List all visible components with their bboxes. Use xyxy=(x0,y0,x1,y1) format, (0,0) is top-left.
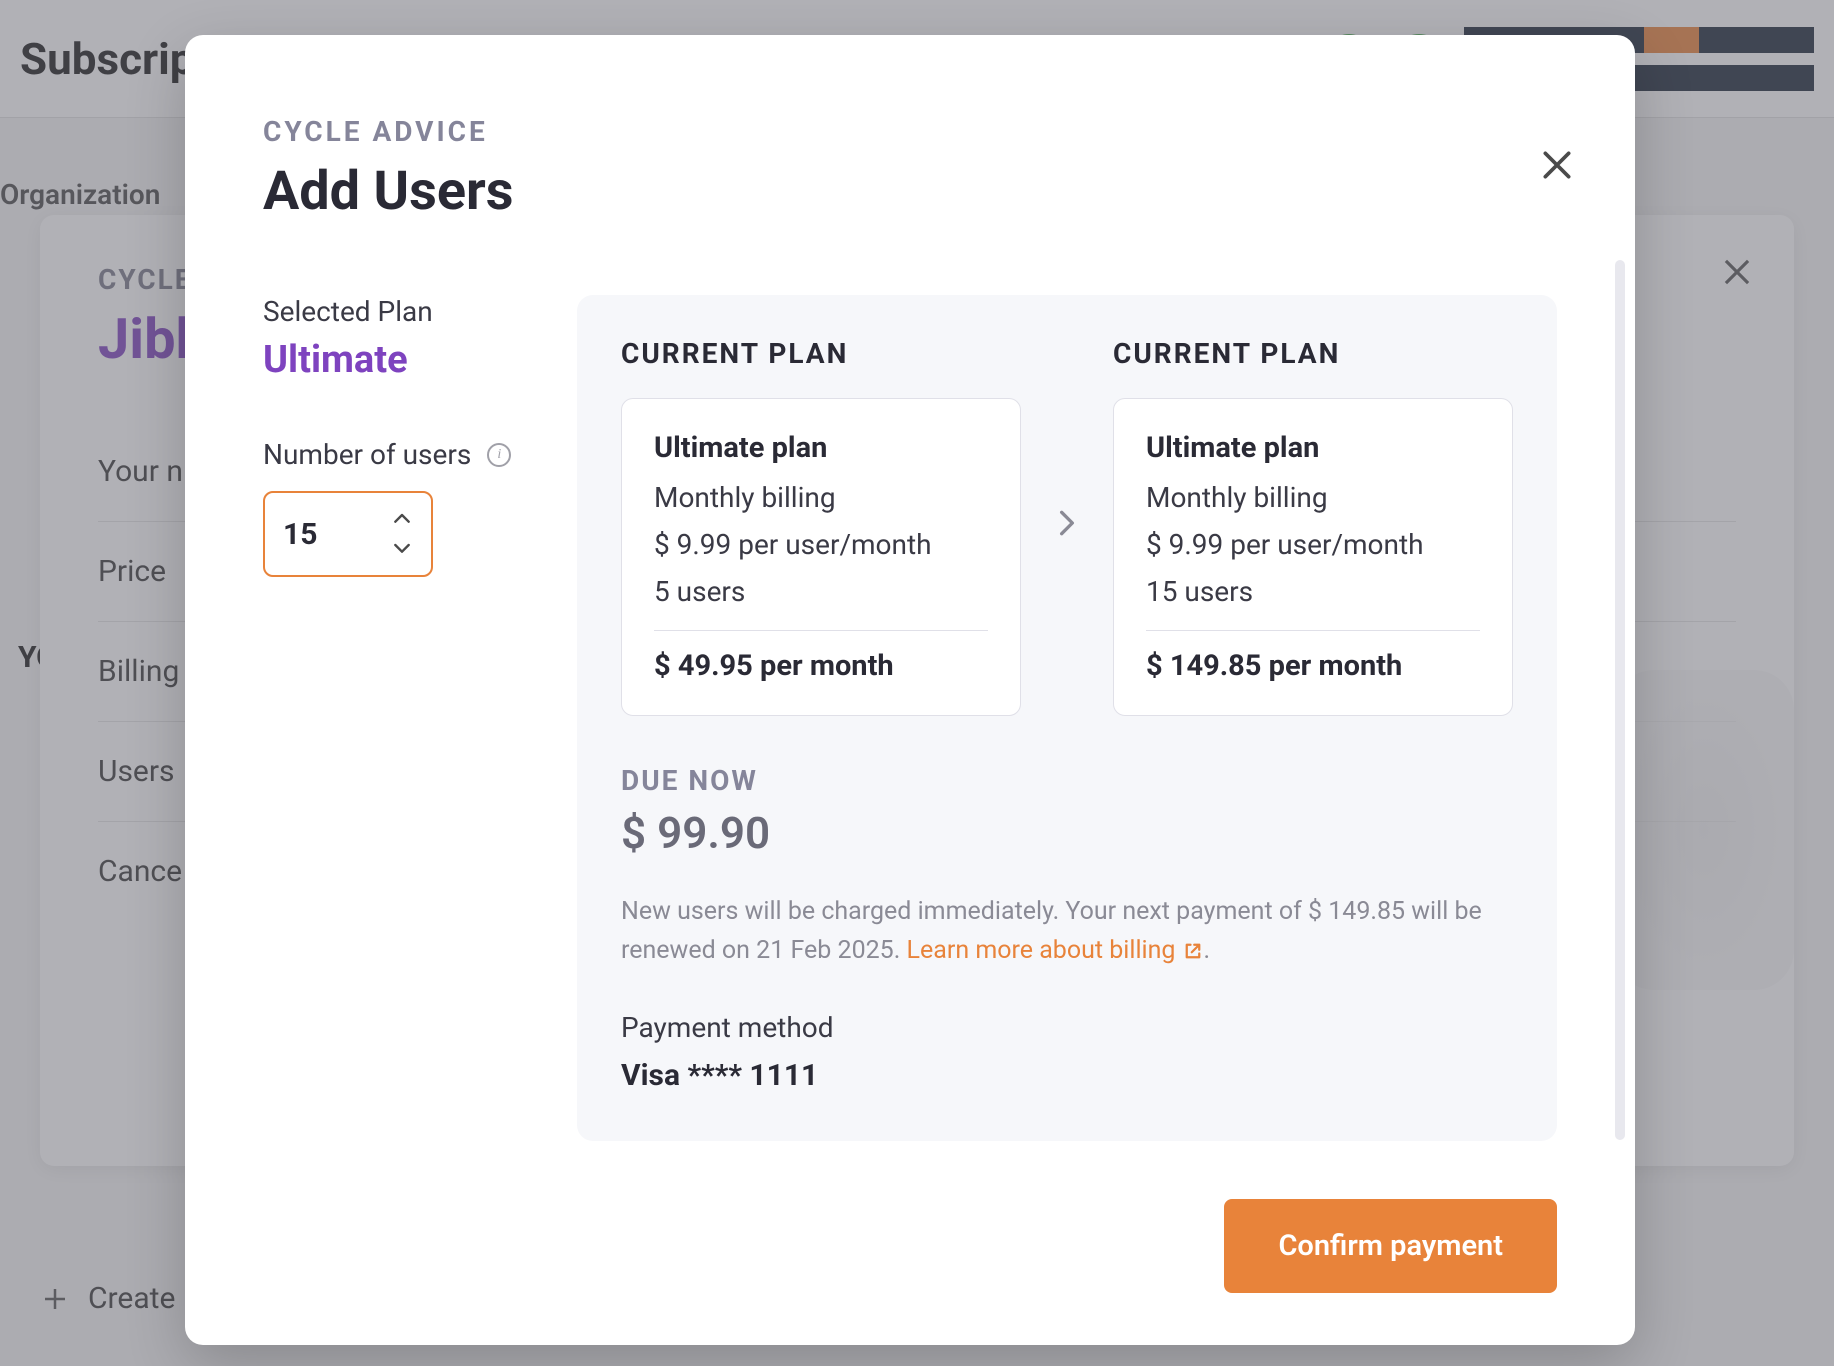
plans-comparison: CURRENT PLAN Ultimate plan Monthly billi… xyxy=(621,337,1513,716)
users-input[interactable] xyxy=(283,517,373,552)
chevron-right-icon xyxy=(1051,507,1083,539)
external-link-icon xyxy=(1183,941,1203,961)
current-plan-title: Ultimate plan xyxy=(654,431,988,465)
selected-plan-name: Ultimate xyxy=(263,338,513,382)
new-plan-rate: $ 9.99 per user/month xyxy=(1146,528,1480,561)
new-plan-total: $ 149.85 per month xyxy=(1146,649,1480,683)
close-icon xyxy=(1537,145,1577,185)
stepper-spinners xyxy=(391,493,413,575)
modal-overline: CYCLE ADVICE xyxy=(263,115,1557,148)
divider xyxy=(654,630,988,631)
payment-method-value: Visa **** 1111 xyxy=(621,1058,1513,1093)
new-plan-column: CURRENT PLAN Ultimate plan Monthly billi… xyxy=(1113,337,1513,716)
learn-more-link[interactable]: Learn more about billing xyxy=(907,932,1204,971)
billing-disclaimer: New users will be charged immediately. Y… xyxy=(621,893,1513,971)
chevron-up-icon xyxy=(394,513,410,525)
users-stepper[interactable] xyxy=(263,491,433,577)
new-plan-card: Ultimate plan Monthly billing $ 9.99 per… xyxy=(1113,398,1513,716)
add-users-modal: CYCLE ADVICE Add Users Selected Plan Ult… xyxy=(185,35,1635,1345)
users-count-label: Number of users xyxy=(263,438,471,471)
disclaimer-period: . xyxy=(1203,936,1210,965)
new-plan-users: 15 users xyxy=(1146,575,1480,608)
stepper-down-button[interactable] xyxy=(391,538,413,560)
right-panel: CURRENT PLAN Ultimate plan Monthly billi… xyxy=(577,295,1557,1141)
modal-footer: Confirm payment xyxy=(1224,1199,1557,1293)
divider xyxy=(1146,630,1480,631)
learn-more-text: Learn more about billing xyxy=(907,932,1176,971)
current-plan-column: CURRENT PLAN Ultimate plan Monthly billi… xyxy=(621,337,1021,716)
users-label-row: Number of users i xyxy=(263,438,513,471)
due-now-amount: $ 99.90 xyxy=(621,807,1513,859)
confirm-payment-button[interactable]: Confirm payment xyxy=(1224,1199,1557,1293)
current-plan-users: 5 users xyxy=(654,575,988,608)
current-plan-billing: Monthly billing xyxy=(654,481,988,514)
payment-method-label: Payment method xyxy=(621,1011,1513,1044)
modal-body: Selected Plan Ultimate Number of users i xyxy=(263,295,1557,1141)
current-plan-header: CURRENT PLAN xyxy=(621,337,1021,370)
current-plan-rate: $ 9.99 per user/month xyxy=(654,528,988,561)
info-icon[interactable]: i xyxy=(487,443,511,467)
new-plan-header: CURRENT PLAN xyxy=(1113,337,1513,370)
new-plan-title: Ultimate plan xyxy=(1146,431,1480,465)
due-now-label: DUE NOW xyxy=(621,764,1513,797)
selected-plan-label: Selected Plan xyxy=(263,295,513,328)
current-plan-total: $ 49.95 per month xyxy=(654,649,988,683)
modal-close-button[interactable] xyxy=(1537,145,1577,185)
left-panel: Selected Plan Ultimate Number of users i xyxy=(263,295,513,1141)
arrow-separator xyxy=(1051,337,1083,539)
new-plan-billing: Monthly billing xyxy=(1146,481,1480,514)
scrollbar[interactable] xyxy=(1615,260,1625,1140)
stepper-up-button[interactable] xyxy=(391,508,413,530)
chevron-down-icon xyxy=(394,543,410,555)
modal-title: Add Users xyxy=(263,160,1557,223)
current-plan-card: Ultimate plan Monthly billing $ 9.99 per… xyxy=(621,398,1021,716)
